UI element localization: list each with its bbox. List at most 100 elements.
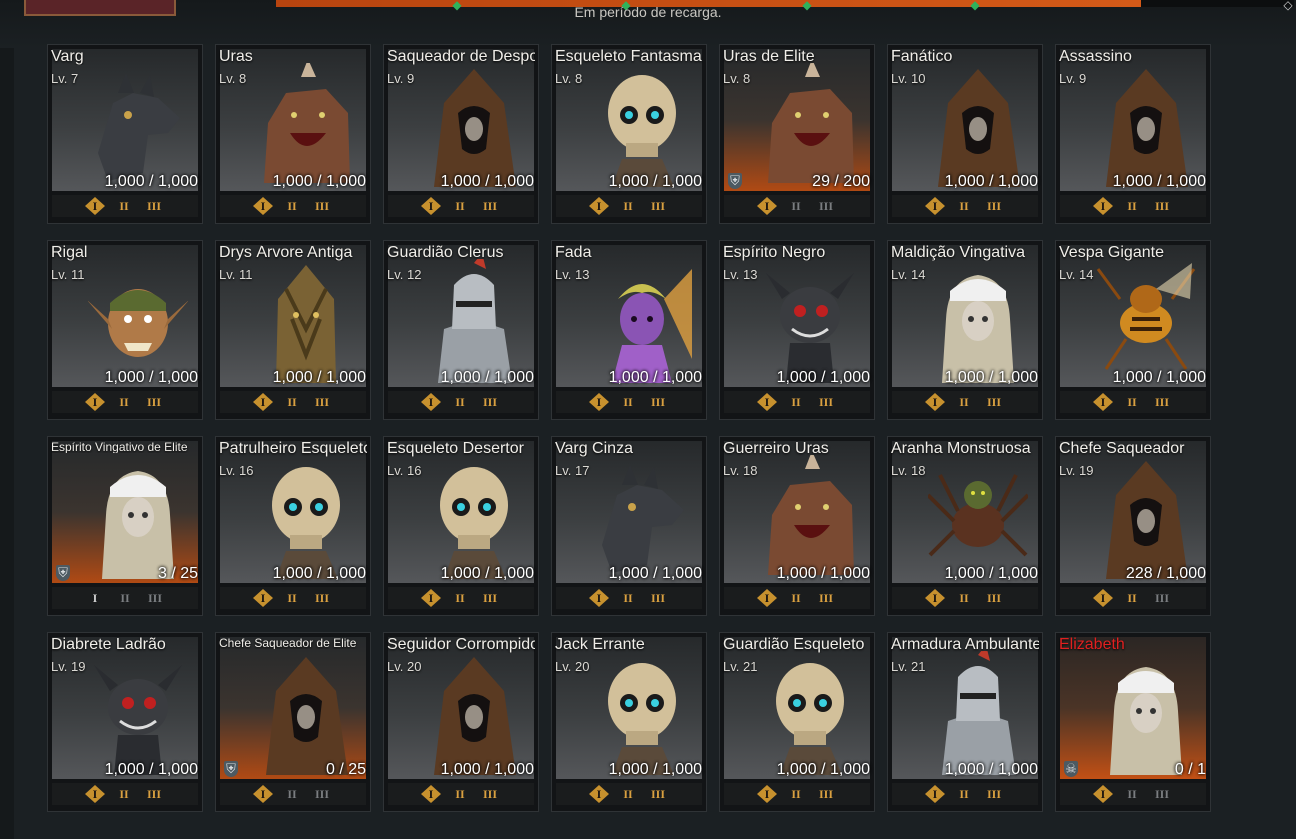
monster-name: Chefe Saqueador (1059, 441, 1185, 457)
tier-progress: I II III (724, 783, 870, 805)
tier-progress: I II III (52, 783, 198, 805)
tier-1-badge: I (757, 589, 777, 607)
tier-3-badge: III (650, 591, 665, 605)
monster-card[interactable]: Uras de Elite Lv. 8 ⛨ 29 / 200 I II III (719, 44, 875, 224)
skull-portrait-icon (608, 75, 676, 187)
kill-count: 1,000 / 1,000 (608, 369, 702, 386)
kill-count: 1,000 / 1,000 (440, 761, 534, 778)
tier-1-badge: I (757, 197, 777, 215)
monster-level: Lv. 16 (219, 463, 254, 478)
monster-card[interactable]: Espírito Negro Lv. 13 1,000 / 1,000 I II III (719, 240, 875, 420)
monster-card[interactable]: Chefe Saqueador de Elite ⛨ 0 / 25 I II III (215, 632, 371, 812)
tier-3-badge: III (482, 199, 497, 213)
kill-count: 228 / 1,000 (1125, 565, 1206, 582)
tier-2-badge: II (623, 395, 633, 409)
kill-count: 0 / 25 (325, 761, 366, 778)
monster-name: Patrulheiro Esqueleto (219, 441, 367, 457)
skull-portrait-icon (776, 663, 844, 775)
tier-3-badge: III (986, 395, 1001, 409)
kill-count: 1,000 / 1,000 (944, 173, 1038, 190)
monster-card[interactable]: Aranha Monstruosa Lv. 18 1,000 / 1,000 I II I… (887, 436, 1043, 616)
hooded-portrait-icon (434, 69, 516, 187)
monster-name: Esqueleto Desertor (387, 441, 524, 457)
tier-3-badge: III (314, 591, 329, 605)
tier-1-badge: I (253, 785, 273, 803)
tier-1-badge: I (757, 785, 777, 803)
monster-name: Diabrete Ladrão (51, 637, 166, 653)
kill-count: 1,000 / 1,000 (1112, 173, 1206, 190)
tier-3-badge: III (818, 787, 833, 801)
monster-card[interactable]: Saqueador de Despojos Lv. 9 1,000 / 1,000 I… (383, 44, 539, 224)
monster-name: Assassino (1059, 49, 1132, 65)
monster-card[interactable]: Diabrete Ladrão Lv. 19 1,000 / 1,000 I II III (47, 632, 203, 812)
kill-count: 1,000 / 1,000 (776, 761, 870, 778)
tier-progress: I II III (556, 195, 702, 217)
tier-3-badge: III (482, 395, 497, 409)
monster-card[interactable]: Fada Lv. 13 1,000 / 1,000 I II III (551, 240, 707, 420)
tier-progress: I II III (388, 783, 534, 805)
monster-card[interactable]: Guardião Clerus Lv. 12 1,000 / 1,000 I II III (383, 240, 539, 420)
monster-card[interactable]: Drys Árvore Antiga Lv. 11 1,000 / 1,000 I II… (215, 240, 371, 420)
tier-3-badge: III (146, 199, 161, 213)
tier-1-badge: I (85, 785, 105, 803)
tier-1-badge: I (85, 393, 105, 411)
monster-card[interactable]: Guardião Esqueleto Lv. 21 1,000 / 1,000 I II… (719, 632, 875, 812)
kill-count: 1,000 / 1,000 (944, 761, 1038, 778)
tier-2-badge: II (119, 199, 129, 213)
tier-progress: I II III (724, 587, 870, 609)
monster-card[interactable]: Varg Lv. 7 1,000 / 1,000 I II III (47, 44, 203, 224)
kill-count: 1,000 / 1,000 (104, 173, 198, 190)
monster-card[interactable]: Esqueleto Fantasma Lv. 8 1,000 / 1,000 I II I… (551, 44, 707, 224)
tier-3-badge: III (818, 395, 833, 409)
tier-3-badge: III (147, 591, 162, 605)
tier-2-badge: II (1127, 591, 1137, 605)
monster-card[interactable]: Elizabeth ☠ 0 / 1 I II III (1055, 632, 1211, 812)
skull-portrait-icon (608, 663, 676, 775)
tier-3-badge: III (986, 199, 1001, 213)
monster-level: Lv. 21 (723, 659, 758, 674)
tier-2-badge: II (455, 199, 465, 213)
monster-card[interactable]: Jack Errante Lv. 20 1,000 / 1,000 I II III (551, 632, 707, 812)
tier-progress: I II III (220, 391, 366, 413)
monster-level: Lv. 9 (1059, 71, 1087, 86)
tier-progress: I II III (52, 391, 198, 413)
monster-card[interactable]: Seguidor Corrompido Lv. 20 1,000 / 1,000 I I… (383, 632, 539, 812)
elite-shield-icon: ⛨ (56, 565, 70, 581)
monster-card[interactable]: Patrulheiro Esqueleto Lv. 16 1,000 / 1,000… (215, 436, 371, 616)
imp-portrait-icon (766, 273, 854, 383)
monster-card[interactable]: Fanático Lv. 10 1,000 / 1,000 I II III (887, 44, 1043, 224)
monster-card[interactable]: Assassino Lv. 9 1,000 / 1,000 I II III (1055, 44, 1211, 224)
tier-2-badge: II (959, 395, 969, 409)
beast-portrait-icon (768, 63, 854, 183)
tier-2-badge: II (287, 591, 297, 605)
goblin-portrait-icon (88, 289, 188, 357)
monster-name: Uras de Elite (723, 49, 815, 65)
monster-card[interactable]: Uras Lv. 8 1,000 / 1,000 I II III (215, 44, 371, 224)
monster-card[interactable]: Varg Cinza Lv. 17 1,000 / 1,000 I II III (551, 436, 707, 616)
monster-level: Lv. 17 (555, 463, 590, 478)
boss-badge-icon: ☠ (1064, 761, 1078, 777)
tier-2-badge: II (287, 199, 297, 213)
tier-2-badge: II (119, 395, 129, 409)
kill-count: 0 / 1 (1174, 761, 1206, 778)
monster-card[interactable]: Guerreiro Uras Lv. 18 1,000 / 1,000 I II III (719, 436, 875, 616)
monster-name: Fanático (891, 49, 953, 65)
monster-card[interactable]: Maldição Vingativa Lv. 14 1,000 / 1,000 I II… (887, 240, 1043, 420)
monster-card[interactable]: Espírito Vingativo de Elite ⛨ 3 / 25 I II III (47, 436, 203, 616)
kill-count: 1,000 / 1,000 (440, 369, 534, 386)
tier-1-badge: I (1093, 393, 1113, 411)
tier-1-badge: I (589, 785, 609, 803)
monster-card[interactable]: Esqueleto Desertor Lv. 16 1,000 / 1,000 I II… (383, 436, 539, 616)
tier-1-badge: I (85, 197, 105, 215)
tier-progress: I II III (724, 195, 870, 217)
monster-card[interactable]: Chefe Saqueador Lv. 19 228 / 1,000 I II III (1055, 436, 1211, 616)
skull-portrait-icon (440, 467, 508, 579)
kill-count: 1,000 / 1,000 (440, 173, 534, 190)
tier-1-badge: I (92, 591, 98, 605)
kill-count: 1,000 / 1,000 (272, 565, 366, 582)
tree-portrait-icon (276, 265, 336, 383)
monster-card[interactable]: Vespa Gigante Lv. 14 1,000 / 1,000 I II III (1055, 240, 1211, 420)
monster-card[interactable]: Rigal Lv. 11 1,000 / 1,000 I II III (47, 240, 203, 420)
tier-1-badge: I (253, 197, 273, 215)
monster-card[interactable]: Armadura Ambulante Lv. 21 1,000 / 1,000 I II… (887, 632, 1043, 812)
